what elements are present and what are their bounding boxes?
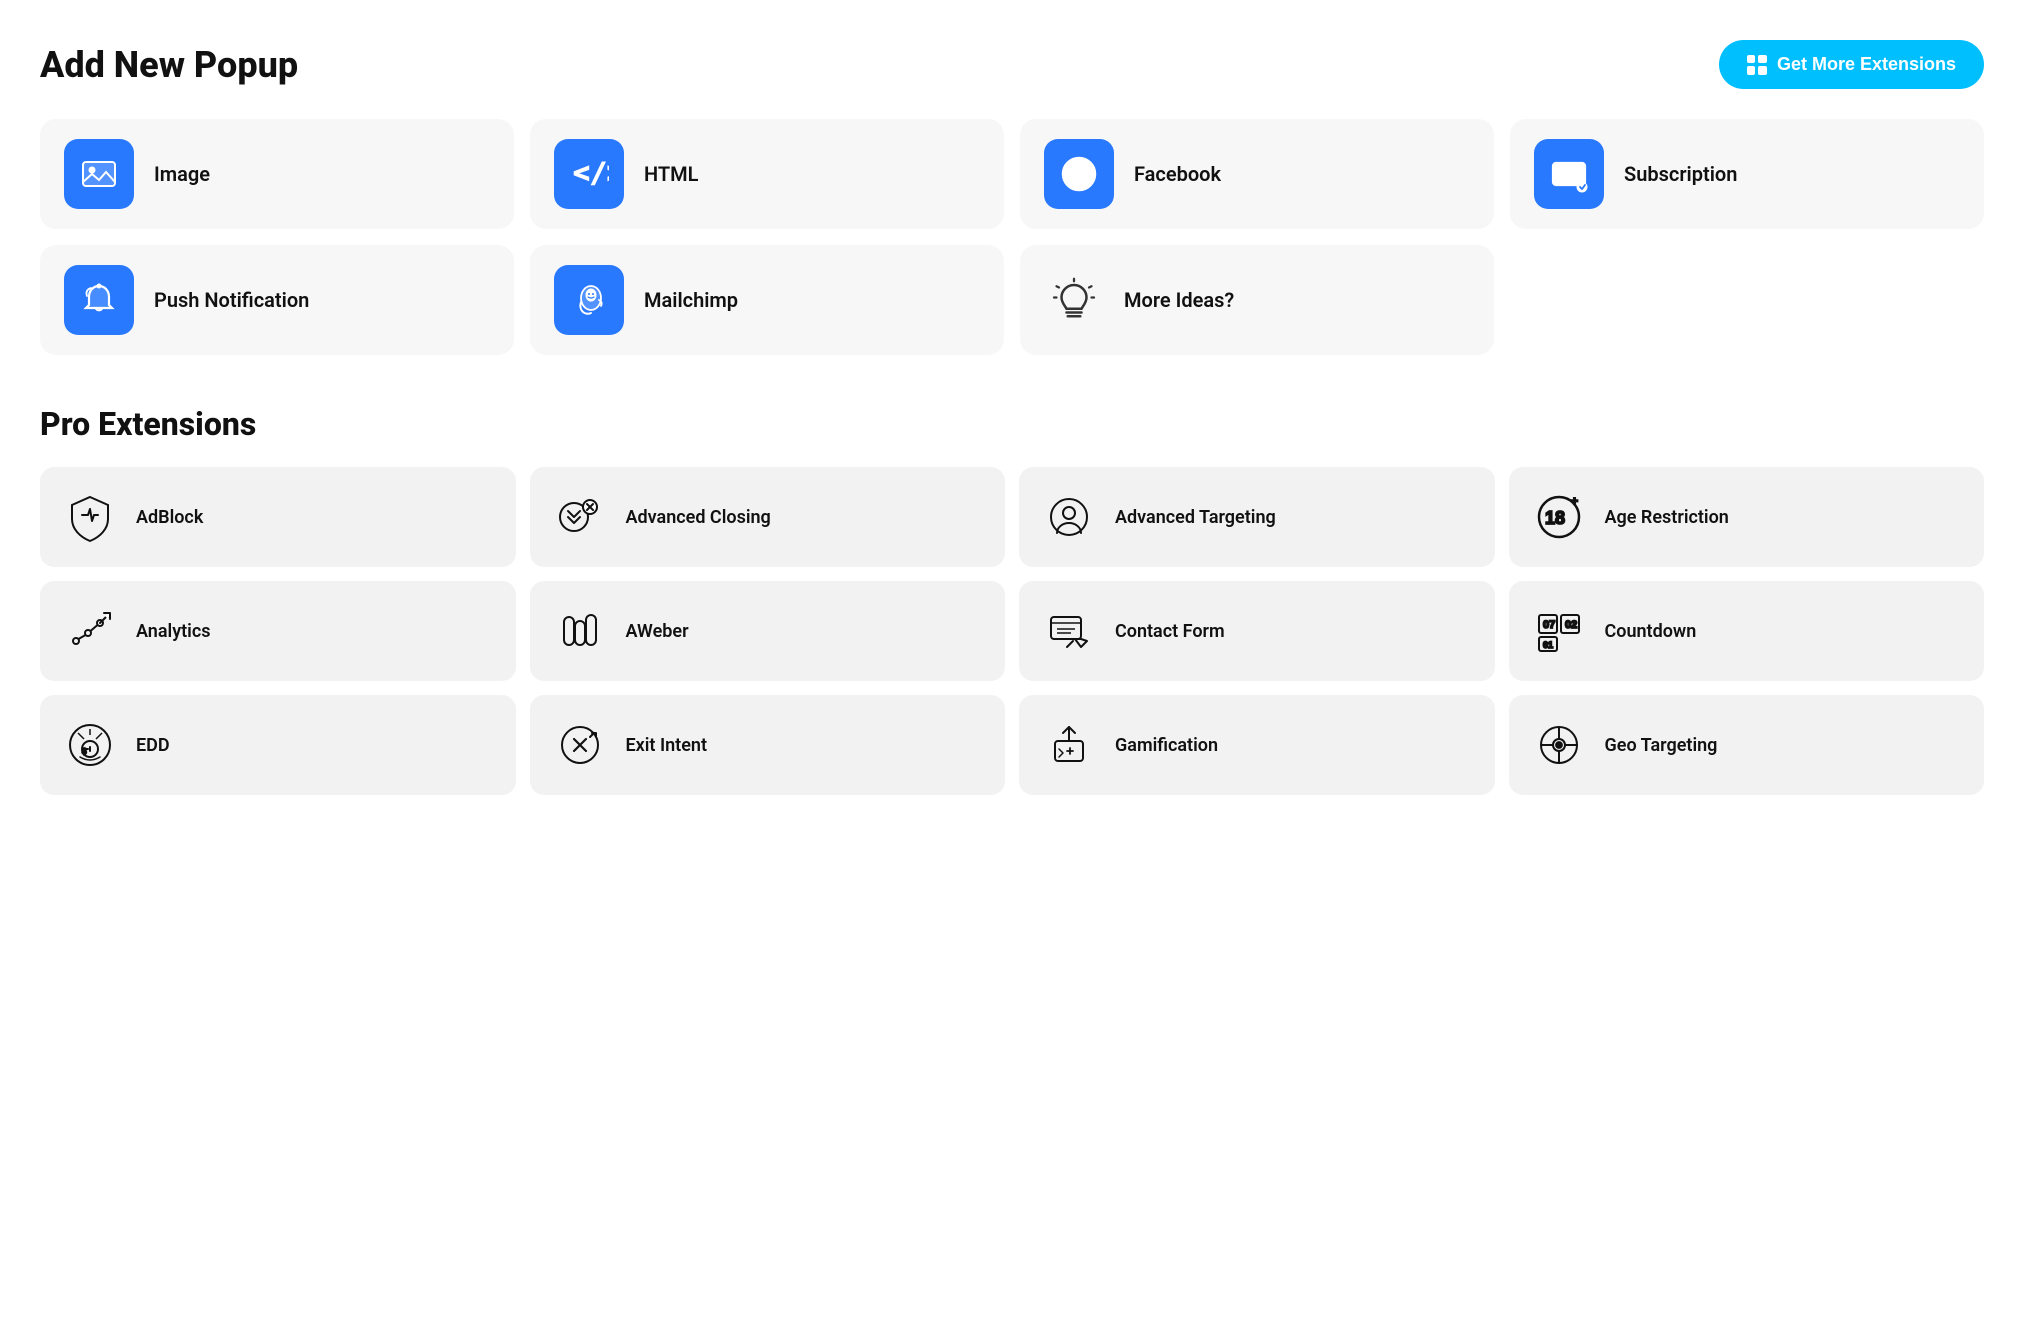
- pro-card-analytics[interactable]: Analytics: [40, 581, 516, 681]
- pro-card-exit-intent[interactable]: Exit Intent: [530, 695, 1006, 795]
- edd-icon: $: [60, 715, 120, 775]
- pro-card-label-advanced-targeting: Advanced Targeting: [1115, 507, 1276, 528]
- pro-card-advanced-closing[interactable]: Advanced Closing: [530, 467, 1006, 567]
- grid-icon: [1747, 55, 1767, 75]
- pro-card-edd[interactable]: $ EDD: [40, 695, 516, 795]
- btn-label: Get More Extensions: [1777, 54, 1956, 75]
- advanced-closing-icon: [550, 487, 610, 547]
- image-icon: [64, 139, 134, 209]
- contact-form-icon: [1039, 601, 1099, 661]
- pro-card-label-aweber: AWeber: [626, 621, 689, 642]
- pro-card-adblock[interactable]: AdBlock: [40, 467, 516, 567]
- svg-text:07: 07: [1543, 619, 1555, 631]
- bell-icon: [64, 265, 134, 335]
- page-title: Add New Popup: [40, 44, 298, 86]
- popup-card-html[interactable]: </> HTML: [530, 119, 1004, 229]
- pro-extensions-title: Pro Extensions: [40, 405, 1984, 443]
- pro-extensions-grid: AdBlock Advanced Closing Advanced Target…: [40, 467, 1984, 795]
- subscription-icon: [1534, 139, 1604, 209]
- popup-card-facebook[interactable]: Facebook: [1020, 119, 1494, 229]
- pro-card-age-restriction[interactable]: 18 + Age Restriction: [1509, 467, 1985, 567]
- countdown-icon: 07 02 01: [1529, 601, 1589, 661]
- pro-card-label-adblock: AdBlock: [136, 507, 203, 528]
- popup-card-label-subscription: Subscription: [1624, 162, 1737, 186]
- exit-intent-icon: [550, 715, 610, 775]
- popup-card-label-more-ideas: More Ideas?: [1124, 288, 1234, 312]
- pro-card-label-countdown: Countdown: [1605, 621, 1697, 642]
- page-header: Add New Popup Get More Extensions: [40, 40, 1984, 89]
- pro-card-label-advanced-closing: Advanced Closing: [626, 507, 771, 528]
- pro-card-label-geo-targeting: Geo Targeting: [1605, 735, 1718, 756]
- popup-card-image[interactable]: Image: [40, 119, 514, 229]
- popup-card-subscription[interactable]: Subscription: [1510, 119, 1984, 229]
- svg-text:01: 01: [1543, 640, 1553, 650]
- popup-card-more-ideas[interactable]: More Ideas?: [1020, 245, 1494, 355]
- pro-card-label-analytics: Analytics: [136, 621, 211, 642]
- geo-targeting-icon: [1529, 715, 1589, 775]
- lightbulb-icon: [1044, 270, 1104, 330]
- html-icon: </>: [554, 139, 624, 209]
- analytics-icon: [60, 601, 120, 661]
- age-restriction-icon: 18 +: [1529, 487, 1589, 547]
- pro-card-label-contact-form: Contact Form: [1115, 621, 1225, 642]
- adblock-icon: [60, 487, 120, 547]
- pro-card-gamification[interactable]: Gamification: [1019, 695, 1495, 795]
- svg-text:+: +: [1571, 494, 1578, 508]
- svg-text:$: $: [82, 747, 87, 756]
- pro-card-label-exit-intent: Exit Intent: [626, 735, 708, 756]
- pro-card-aweber[interactable]: AWeber: [530, 581, 1006, 681]
- mailchimp-icon: [554, 265, 624, 335]
- get-more-extensions-button[interactable]: Get More Extensions: [1719, 40, 1984, 89]
- pro-card-countdown[interactable]: 07 02 01 Countdown: [1509, 581, 1985, 681]
- popup-card-label-facebook: Facebook: [1134, 162, 1221, 186]
- svg-text:02: 02: [1565, 619, 1577, 631]
- basic-popup-grid: Image </> HTML Facebook: [40, 119, 1984, 355]
- popup-card-label-image: Image: [154, 162, 210, 186]
- pro-card-contact-form[interactable]: Contact Form: [1019, 581, 1495, 681]
- pro-card-label-age-restriction: Age Restriction: [1605, 507, 1729, 528]
- pro-card-advanced-targeting[interactable]: Advanced Targeting: [1019, 467, 1495, 567]
- popup-card-label-html: HTML: [644, 162, 698, 186]
- pro-card-geo-targeting[interactable]: Geo Targeting: [1509, 695, 1985, 795]
- popup-card-push-notification[interactable]: Push Notification: [40, 245, 514, 355]
- svg-text:18: 18: [1545, 508, 1565, 528]
- gamification-icon: [1039, 715, 1099, 775]
- popup-card-label-push: Push Notification: [154, 288, 309, 312]
- popup-card-label-mailchimp: Mailchimp: [644, 288, 738, 312]
- popup-card-mailchimp[interactable]: Mailchimp: [530, 245, 1004, 355]
- pro-card-label-gamification: Gamification: [1115, 735, 1218, 756]
- advanced-targeting-icon: [1039, 487, 1099, 547]
- svg-text:</>: </>: [573, 156, 609, 189]
- pro-card-label-edd: EDD: [136, 735, 170, 756]
- aweber-icon: [550, 601, 610, 661]
- facebook-icon: [1044, 139, 1114, 209]
